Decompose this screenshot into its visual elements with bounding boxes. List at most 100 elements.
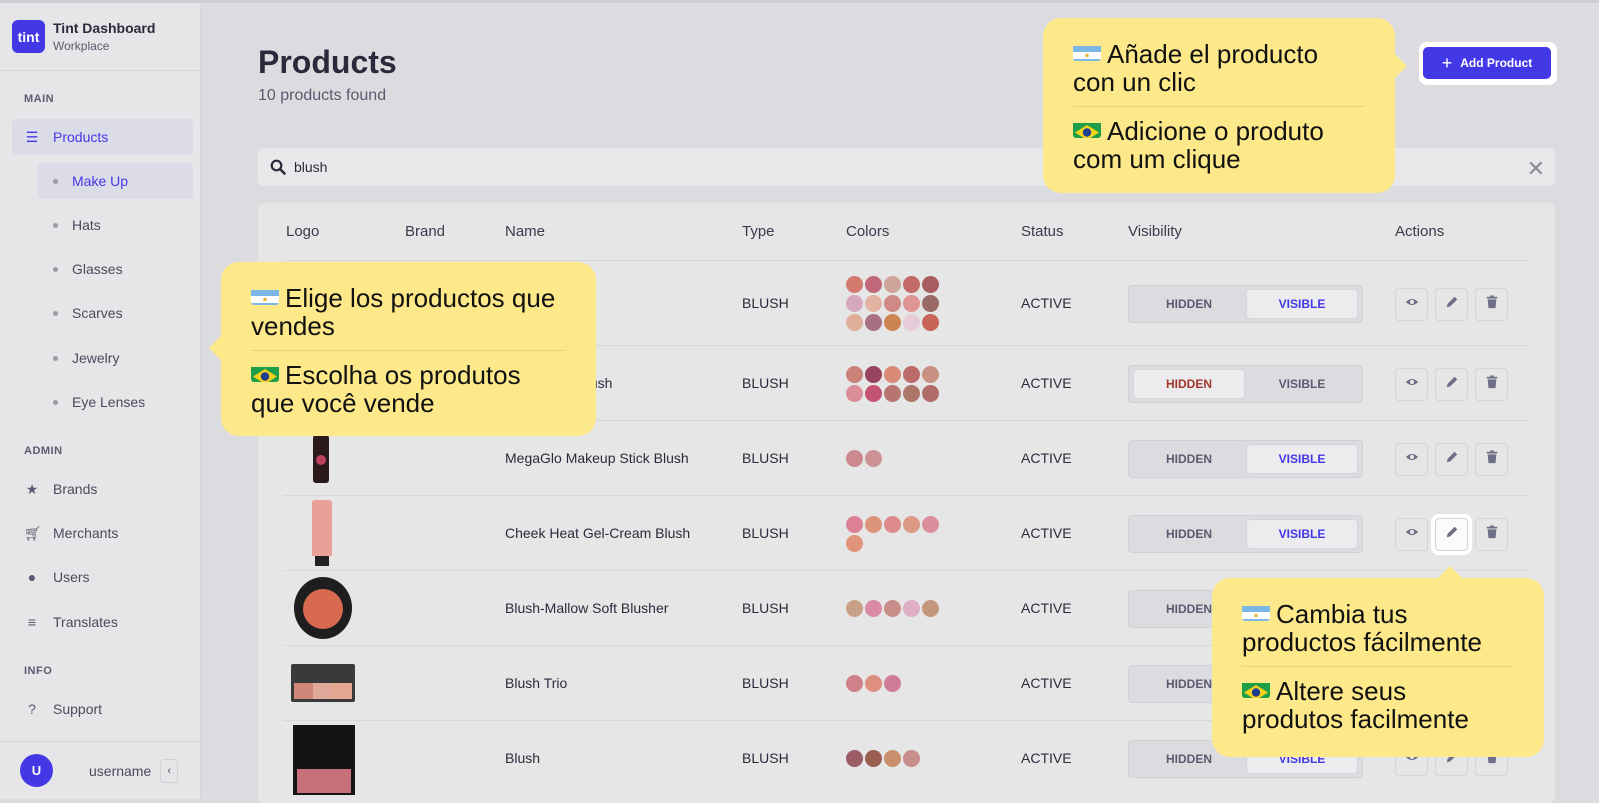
add-product-button[interactable]: + Add Product	[1423, 47, 1551, 79]
edit-button[interactable]	[1435, 287, 1468, 321]
color-swatch	[922, 295, 939, 312]
product-type: BLUSH	[742, 374, 789, 391]
delete-button[interactable]	[1475, 442, 1508, 476]
tooltip-text-es: Elige los productos que vendes	[251, 283, 556, 341]
color-swatch	[865, 750, 882, 767]
clear-search-icon[interactable]: ✕	[1527, 156, 1545, 182]
color-swatch	[846, 534, 863, 552]
tooltip-add-product: Añade el producto con un clic Adicione o…	[1043, 18, 1407, 193]
tooltip-arrow	[1395, 54, 1407, 78]
visibility-hidden-option[interactable]: HIDDEN	[1133, 444, 1245, 474]
edit-button[interactable]	[1435, 517, 1468, 551]
delete-button[interactable]	[1475, 367, 1508, 401]
brazil-flag-icon	[1073, 119, 1101, 138]
sidebar-item-label: Scarves	[72, 305, 123, 321]
visibility-hidden-option[interactable]: HIDDEN	[1133, 519, 1245, 549]
trash-icon	[1485, 294, 1499, 314]
brazil-flag-icon	[251, 363, 279, 382]
delete-button[interactable]	[1475, 517, 1508, 551]
view-button[interactable]	[1395, 367, 1428, 401]
color-swatch	[846, 365, 863, 383]
collapse-sidebar-button[interactable]: ‹	[160, 758, 179, 783]
sidebar-subitem-jewelry[interactable]: Jewelry	[38, 340, 193, 376]
visibility-toggle[interactable]: HIDDEN VISIBLE	[1128, 364, 1363, 403]
color-swatch	[922, 276, 939, 293]
plus-icon: +	[1441, 52, 1453, 73]
product-type: BLUSH	[742, 449, 789, 466]
sidebar-subitem-glasses[interactable]: Glasses	[38, 251, 193, 287]
visibility-toggle[interactable]: HIDDEN VISIBLE	[1128, 284, 1363, 323]
product-status: ACTIVE	[1021, 524, 1072, 541]
sidebar-item-support[interactable]: ? Support	[12, 691, 193, 727]
visibility-toggle[interactable]: HIDDEN VISIBLE	[1128, 439, 1363, 478]
visibility-toggle[interactable]: HIDDEN VISIBLE	[1128, 514, 1363, 553]
view-button[interactable]	[1395, 287, 1428, 321]
view-button[interactable]	[1395, 517, 1428, 551]
visibility-visible-option[interactable]: VISIBLE	[1246, 369, 1358, 399]
visibility-visible-option[interactable]: VISIBLE	[1246, 443, 1358, 474]
visibility-hidden-option[interactable]: HIDDEN	[1133, 289, 1245, 319]
tooltip-text-pt: Escolha os produtos que você vende	[251, 360, 521, 418]
sidebar-subitem-hats[interactable]: Hats	[38, 207, 193, 243]
color-swatches	[846, 750, 941, 767]
color-swatch	[865, 314, 882, 331]
color-swatch	[903, 295, 920, 312]
view-button[interactable]	[1395, 442, 1428, 476]
color-swatch	[903, 515, 920, 533]
app-title: Tint Dashboard	[53, 20, 156, 36]
pencil-icon	[1445, 525, 1459, 544]
color-swatch	[903, 276, 920, 293]
workspace-name: Workplace	[53, 39, 110, 53]
pencil-icon	[1445, 375, 1459, 394]
product-name: Blush-Mallow Soft Blusher	[505, 599, 669, 616]
visibility-visible-option[interactable]: VISIBLE	[1246, 518, 1358, 549]
sidebar-subitem-scarves[interactable]: Scarves	[38, 295, 193, 331]
trash-icon	[1485, 374, 1499, 394]
product-name: Blush	[505, 749, 541, 766]
brand-header: tint Tint Dashboard Workplace	[0, 3, 200, 71]
sidebar-item-label: Jewelry	[72, 350, 120, 366]
product-name: Blush Trio	[505, 674, 568, 691]
color-swatch	[884, 384, 901, 402]
sidebar-item-products[interactable]: ☰ Products	[12, 119, 193, 155]
text-lines-icon: ≡	[27, 614, 37, 630]
product-image-tube	[312, 500, 332, 568]
bullet-icon	[53, 310, 58, 316]
sidebar-subitem-eye-lenses[interactable]: Eye Lenses	[38, 384, 193, 420]
sidebar-subitem-make-up[interactable]: Make Up	[38, 163, 193, 199]
table-row[interactable]: Cheek Heat Gel-Cream Blush BLUSH ACTIVE …	[283, 495, 1530, 570]
bullet-icon	[53, 178, 58, 184]
color-swatch	[922, 515, 939, 533]
color-swatch	[865, 384, 882, 402]
sidebar-item-label: Products	[53, 129, 109, 145]
avatar[interactable]: U	[20, 754, 53, 787]
color-swatch	[884, 600, 901, 617]
sidebar-item-brands[interactable]: ★ Brands	[12, 471, 193, 507]
delete-button[interactable]	[1475, 287, 1508, 321]
sidebar-item-translates[interactable]: ≡ Translates	[12, 604, 193, 640]
color-swatches	[846, 675, 941, 692]
column-header-actions: Actions	[1395, 223, 1445, 240]
product-count: 10 products found	[258, 87, 387, 104]
bullet-icon	[53, 399, 58, 405]
section-admin: ADMIN	[24, 445, 63, 457]
visibility-visible-option[interactable]: VISIBLE	[1246, 288, 1358, 319]
edit-button[interactable]	[1435, 367, 1468, 401]
eye-icon	[1405, 450, 1419, 469]
window-top-border	[0, 0, 1599, 3]
color-swatch	[903, 600, 920, 617]
product-status: ACTIVE	[1021, 599, 1072, 616]
color-swatch	[846, 515, 863, 533]
color-swatch	[846, 314, 863, 331]
sidebar-item-merchants[interactable]: 🛒︎ Merchants	[12, 515, 193, 551]
color-swatch	[922, 600, 939, 617]
column-header-type: Type	[742, 223, 775, 240]
product-type: BLUSH	[742, 599, 789, 616]
sidebar-item-users[interactable]: ● Users	[12, 559, 193, 595]
list-icon: ☰	[25, 128, 39, 145]
color-swatches	[846, 365, 941, 402]
username: username	[89, 762, 152, 779]
visibility-hidden-option[interactable]: HIDDEN	[1133, 368, 1245, 399]
edit-button[interactable]	[1435, 442, 1468, 476]
tooltip-edit-product: Cambia tus productos fácilmente Altere s…	[1212, 566, 1544, 757]
